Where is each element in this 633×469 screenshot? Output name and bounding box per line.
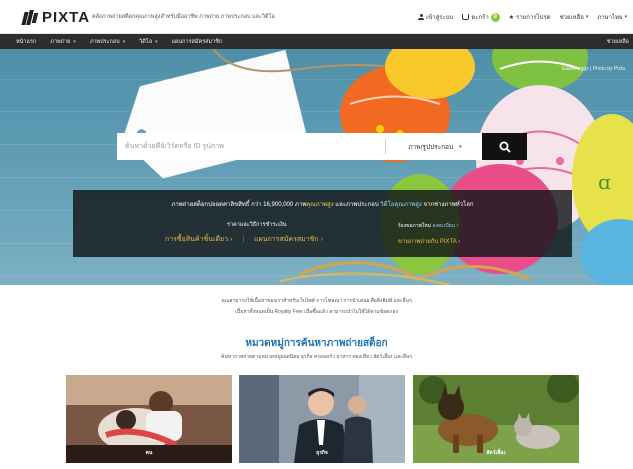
category-section-title: หมวดหมู่การค้นหาภาพถ่ายสต็อก xyxy=(245,338,388,349)
favorites-link[interactable]: ★ รายการโปรด xyxy=(509,12,551,22)
category-card-label: คน xyxy=(145,450,153,456)
chevron-down-icon: ▾ xyxy=(585,14,589,20)
request-label: ร้องขอภาพใหม่ ลงทะเบียน › xyxy=(398,223,459,229)
category-card-business[interactable]: ธุรกิจ xyxy=(239,375,405,463)
chevron-down-icon: ▾ xyxy=(624,14,627,20)
category-card-label: ธุรกิจ xyxy=(316,450,328,456)
login-label: เข้าสู่ระบบ xyxy=(426,15,454,21)
top-header: PIXTA คลังภาพถ่ายสต็อกคุณภาพสูงสำหรับมือ… xyxy=(0,0,633,34)
site-tagline: คลังภาพถ่ายสต็อกคุณภาพสูงสำหรับมืออาชีพ … xyxy=(92,14,275,20)
category-card-pets[interactable]: สัตว์เลี้ยง xyxy=(413,375,579,463)
favorites-label: รายการโปรด xyxy=(516,15,551,21)
nav-item-illustrations[interactable]: ภาพประกอบ ▾ xyxy=(90,38,125,46)
logo-text: PIXTA xyxy=(42,9,91,26)
cart-link[interactable]: ตะกร้า 0 xyxy=(462,12,500,22)
promo-headline: ภาพถ่ายสต็อกปลอดค่าลิขสิทธิ์ กว่า 16,900… xyxy=(171,202,474,208)
single-purchase-link[interactable]: การซื้อสินค้าชิ้นเดียว › xyxy=(165,234,232,245)
search-type-select[interactable]: ภาพ/รูปประกอบ ▾ xyxy=(388,133,482,160)
pixta-logo-mark-icon xyxy=(21,9,39,26)
chevron-down-icon: ▾ xyxy=(155,38,158,45)
search-input[interactable] xyxy=(117,133,385,160)
pricing-label: ราคาและวิธีการชำระเงิน xyxy=(227,222,287,228)
login-link[interactable]: เข้าสู่ระบบ xyxy=(418,12,453,22)
language-menu[interactable]: ภาษาไทย ▾ xyxy=(597,12,627,22)
help-label: ช่วยเหลือ xyxy=(559,15,584,21)
pricing-links: การซื้อสินค้าชิ้นเดียว › | แผนการสมัครสม… xyxy=(165,234,323,245)
hero-banner: ɑ Easter eggs | Photo by Pixta ภาพ/รูปปร… xyxy=(0,49,633,285)
nav-item-subscription[interactable]: แผนการสมัครสมาชิก xyxy=(172,38,223,46)
star-icon: ★ xyxy=(508,14,515,21)
svg-text:ɑ: ɑ xyxy=(598,170,611,194)
category-card-label: สัตว์เลี้ยง xyxy=(486,450,506,456)
category-section-subtitle: ค้นหาภาพถ่ายตามหมวดหมู่ยอดนิยม ธุรกิจ คร… xyxy=(221,354,412,360)
help-menu[interactable]: ช่วยเหลือ ▾ xyxy=(560,12,589,22)
search-type-label: ภาพ/รูปประกอบ xyxy=(408,143,454,151)
subscription-plan-link[interactable]: แผนการสมัครสมาชิก › xyxy=(254,234,323,245)
search-icon xyxy=(499,141,511,153)
intro-line-2: เนื้อหาทั้งหมดเป็น Royalty Free เมื่อซื้… xyxy=(235,309,398,315)
search-button[interactable] xyxy=(482,133,527,160)
nav-item-photos[interactable]: ภาพถ่าย ▾ xyxy=(50,38,76,46)
chevron-down-icon: ▾ xyxy=(122,38,126,45)
register-link[interactable]: ลงทะเบียน › xyxy=(432,223,458,229)
cart-count-badge: 0 xyxy=(490,12,500,22)
language-label: ภาษาไทย xyxy=(597,15,623,21)
nav-help-link[interactable]: ช่วยเหลือ xyxy=(607,34,629,49)
header-links: เข้าสู่ระบบ ตะกร้า 0 ★ รายการโปรด ช่วยเห… xyxy=(418,12,627,22)
sell-with-pixta-link[interactable]: ขายภาพถ่ายกับ PIXTA › xyxy=(398,236,460,246)
search-bar: ภาพ/รูปประกอบ ▾ xyxy=(117,133,482,160)
promo-panel: ภาพถ่ายสต็อกปลอดค่าลิขสิทธิ์ กว่า 16,900… xyxy=(73,190,572,257)
cart-label: ตะกร้า xyxy=(471,15,489,21)
intro-line-1: คุณสามารถใช้เนื้อหาของเราสำหรับเว็บไซต์ … xyxy=(221,298,412,304)
nav-item-home[interactable]: หน้าแรก xyxy=(16,38,36,46)
category-card-people[interactable]: คน xyxy=(66,375,232,463)
photo-credit[interactable]: Easter eggs | Photo by Pixta xyxy=(562,66,625,72)
user-icon xyxy=(418,14,425,20)
main-nav: หน้าแรก ภาพถ่าย ▾ ภาพประกอบ ▾ วิดีโอ ▾ แผนก… xyxy=(0,34,633,49)
cart-icon xyxy=(462,14,470,20)
link-separator: | xyxy=(242,236,245,243)
nav-item-videos[interactable]: วิดีโอ ▾ xyxy=(139,38,157,46)
chevron-down-icon: ▾ xyxy=(73,38,76,45)
pixta-logo[interactable]: PIXTA xyxy=(21,9,91,26)
chevron-down-icon: ▾ xyxy=(459,143,462,150)
search-divider xyxy=(385,139,386,154)
